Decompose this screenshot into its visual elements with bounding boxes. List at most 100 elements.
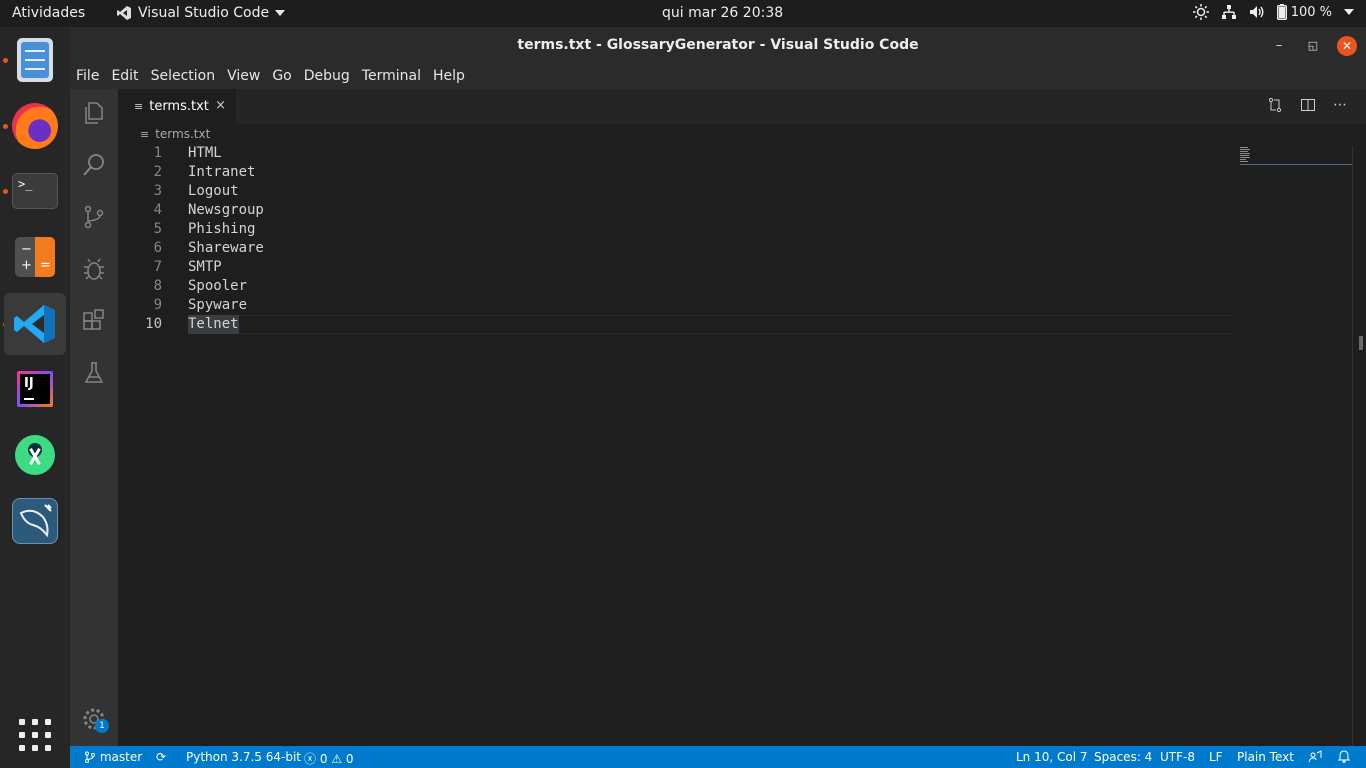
menu-go[interactable]: Go [272, 68, 291, 84]
dock-vscode[interactable] [4, 293, 66, 355]
window-title: terms.txt - GlossaryGenerator - Visual S… [517, 37, 919, 53]
tab-label: terms.txt [149, 99, 209, 114]
dock-calculator[interactable]: − + = [4, 226, 66, 288]
more-actions-icon[interactable]: ⋯ [1331, 97, 1349, 115]
dock-terminal[interactable]: >_ [4, 160, 66, 222]
testing-flask-icon[interactable] [80, 359, 108, 387]
cursor-position[interactable]: Ln 10, Col 7 [1016, 750, 1088, 764]
warning-count: 0 [345, 752, 354, 766]
line-number: 10 [145, 316, 162, 332]
minimap-viewport[interactable] [1240, 163, 1352, 165]
clock[interactable]: qui mar 26 20:38 [662, 5, 783, 21]
sync-icon[interactable]: ⟳ [156, 750, 166, 764]
tab-close-icon[interactable]: × [215, 98, 226, 113]
language-mode[interactable]: Plain Text [1237, 750, 1294, 764]
problems-status[interactable]: ⓧ 0 ⚠ 0 [304, 750, 354, 767]
menu-file[interactable]: File [76, 68, 99, 84]
terminal-icon: >_ [12, 173, 58, 209]
current-line-highlight [188, 315, 1232, 334]
menu-help[interactable]: Help [433, 68, 465, 84]
debug-icon[interactable] [80, 255, 108, 283]
split-editor-icon[interactable] [1299, 97, 1317, 115]
menu-selection[interactable]: Selection [151, 68, 216, 84]
close-button[interactable]: ✕ [1337, 36, 1357, 56]
end-of-line[interactable]: LF [1209, 750, 1223, 764]
code-line[interactable]: 2 Intranet [118, 163, 1318, 182]
app-menu[interactable]: Visual Studio Code [116, 5, 286, 21]
line-number: 6 [153, 240, 162, 256]
code-line[interactable]: 5 Phishing [118, 220, 1318, 239]
error-count: 0 [319, 752, 328, 766]
mysql-workbench-icon [12, 498, 58, 544]
vscode-small-icon [117, 6, 131, 20]
source-control-icon[interactable] [80, 203, 108, 231]
code-line[interactable]: 3 Logout [118, 182, 1318, 201]
dock-files[interactable] [4, 29, 66, 91]
code-line-current[interactable]: 10 Telnet [118, 315, 1318, 334]
dock-android-studio[interactable] [4, 424, 66, 486]
dock-mysql-workbench[interactable] [4, 490, 66, 552]
file-lines-icon: ≡ [140, 127, 150, 141]
code-line[interactable]: 8 Spooler [118, 277, 1318, 296]
encoding[interactable]: UTF-8 [1160, 750, 1195, 764]
notifications-bell-icon[interactable] [1337, 750, 1351, 766]
code-line[interactable]: 6 Shareware [118, 239, 1318, 258]
code-line[interactable]: 4 Newsgroup [118, 201, 1318, 220]
search-icon[interactable] [80, 151, 108, 179]
manage-gear-icon[interactable]: 1 [80, 705, 109, 733]
code-line[interactable]: 1 HTML [118, 144, 1318, 163]
breadcrumb[interactable]: ≡ terms.txt [140, 127, 210, 141]
maximize-button[interactable]: ◱ [1303, 36, 1323, 56]
line-number: 4 [153, 202, 162, 218]
error-icon: ⓧ [304, 752, 317, 766]
line-number: 7 [153, 259, 162, 275]
activities-button[interactable]: Atividades [12, 5, 85, 21]
line-text: Telnet [188, 315, 239, 334]
menu-terminal[interactable]: Terminal [362, 68, 421, 84]
line-text: SMTP [188, 259, 222, 275]
code-lines[interactable]: 1 HTML 2 Intranet 3 Logout 4 Newsgroup 5 Phis… [118, 144, 1318, 334]
network-icon [1221, 5, 1236, 19]
title-bar[interactable]: terms.txt - GlossaryGenerator - Visual S… [70, 27, 1366, 63]
feedback-icon[interactable] [1308, 750, 1322, 767]
notification-badge: 1 [95, 719, 109, 733]
code-line[interactable]: 9 Spyware [118, 296, 1318, 315]
menu-edit[interactable]: Edit [111, 68, 138, 84]
minimap[interactable] [1240, 147, 1352, 163]
system-top-bar: Atividades Visual Studio Code qui mar 26… [0, 0, 1366, 27]
line-text: Intranet [188, 164, 256, 180]
vscode-window: terms.txt - GlossaryGenerator - Visual S… [70, 27, 1366, 768]
code-line[interactable]: 7 SMTP [118, 258, 1318, 277]
indentation[interactable]: Spaces: 4 [1094, 750, 1152, 764]
line-number: 8 [153, 278, 162, 294]
branch-status[interactable]: master [84, 750, 142, 764]
menu-view[interactable]: View [227, 68, 260, 84]
minimize-button[interactable]: – [1269, 36, 1289, 56]
vertical-scrollbar[interactable] [1352, 146, 1366, 746]
line-number: 9 [153, 297, 162, 313]
system-tray[interactable]: 100 % [1192, 4, 1354, 20]
menu-debug[interactable]: Debug [304, 68, 350, 84]
line-text: Spyware [188, 297, 248, 313]
open-changes-icon[interactable] [1266, 97, 1284, 115]
extensions-icon[interactable] [80, 307, 108, 335]
line-text: HTML [188, 145, 222, 161]
app-menu-label: Visual Studio Code [138, 5, 270, 21]
dock-firefox[interactable] [4, 95, 66, 157]
file-manager-icon [17, 38, 53, 82]
breadcrumb-file: terms.txt [155, 127, 211, 141]
warning-icon: ⚠ [331, 752, 343, 766]
calculator-icon: − + = [15, 237, 55, 277]
tab-terms-txt[interactable]: ≡ terms.txt × [118, 89, 236, 124]
line-number: 3 [153, 183, 162, 199]
file-lines-icon: ≡ [134, 100, 144, 113]
explorer-icon[interactable] [80, 99, 108, 127]
line-number: 5 [153, 221, 162, 237]
line-text: Newsgroup [188, 202, 264, 218]
line-number: 2 [153, 164, 162, 180]
dock-intellij[interactable]: IJ [4, 358, 66, 420]
show-applications-icon[interactable] [19, 719, 51, 751]
python-interpreter[interactable]: Python 3.7.5 64-bit [186, 750, 301, 764]
scrollbar-cursor-marker [1359, 336, 1363, 350]
intellij-icon: IJ [17, 371, 53, 407]
